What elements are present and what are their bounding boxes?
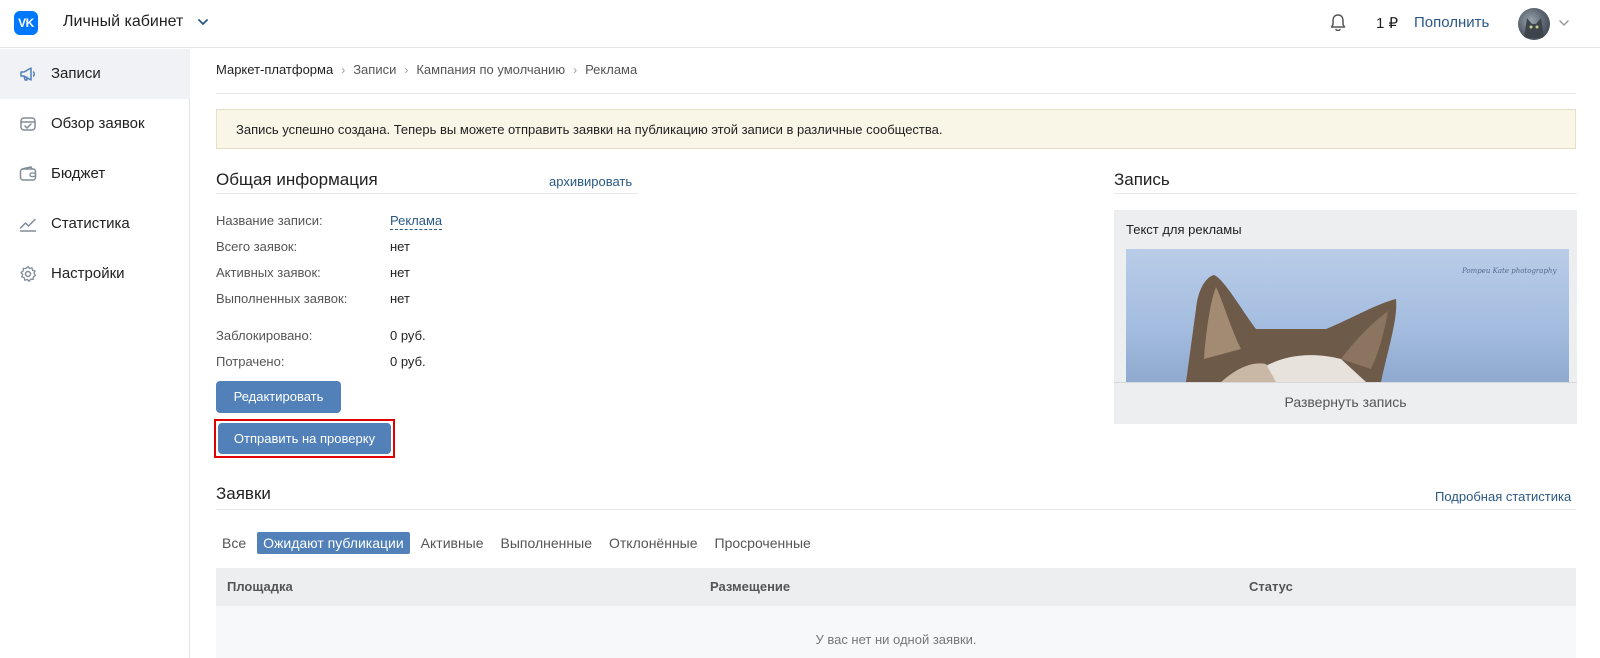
active-requests-label: Активных заявок: bbox=[216, 265, 321, 280]
sidebar-item-requests[interactable]: Обзор заявок bbox=[0, 99, 190, 149]
divider bbox=[216, 509, 1576, 510]
breadcrumb-item[interactable]: Записи bbox=[353, 62, 396, 77]
balance-amount: 1 ₽ bbox=[1376, 15, 1399, 32]
send-for-review-button[interactable]: Отправить на проверку bbox=[218, 423, 391, 454]
sidebar-item-statistics[interactable]: Статистика bbox=[0, 199, 190, 249]
post-text: Текст для рекламы bbox=[1126, 222, 1242, 237]
requests-table: Площадка Размещение Статус У вас нет ни … bbox=[216, 568, 1576, 658]
gear-icon bbox=[20, 265, 37, 282]
requests-title: Заявки bbox=[216, 484, 271, 503]
sidebar-item-label: Статистика bbox=[51, 215, 130, 232]
general-info-title: Общая информация bbox=[216, 170, 378, 189]
spent-label: Потрачено: bbox=[216, 354, 285, 369]
tab-active[interactable]: Активные bbox=[415, 532, 490, 554]
requests-icon bbox=[20, 117, 36, 131]
post-name-value[interactable]: Реклама bbox=[390, 213, 443, 230]
sidebar-item-budget[interactable]: Бюджет bbox=[0, 149, 190, 199]
megaphone-icon bbox=[20, 67, 35, 81]
bell-icon[interactable] bbox=[1327, 12, 1349, 34]
chart-icon bbox=[19, 218, 37, 232]
breadcrumb-item[interactable]: Маркет-платформа bbox=[216, 62, 333, 77]
breadcrumb-item: Реклама bbox=[585, 62, 638, 77]
divider bbox=[1114, 193, 1577, 194]
breadcrumb: Маркет-платформа › Записи › Кампания по умол… bbox=[216, 62, 637, 77]
tab-all[interactable]: Все bbox=[216, 532, 252, 554]
spent-value: 0 руб. bbox=[390, 354, 426, 369]
table-header: Площадка Размещение Статус bbox=[216, 568, 1576, 606]
archive-link[interactable]: архивировать bbox=[549, 174, 632, 189]
completed-requests-value: нет bbox=[390, 291, 410, 306]
wallet-icon bbox=[19, 166, 37, 181]
sidebar-item-label: Бюджет bbox=[51, 165, 106, 182]
expand-post-link[interactable]: Развернуть запись bbox=[1114, 382, 1577, 424]
completed-requests-label: Выполненных заявок: bbox=[216, 291, 348, 306]
image-watermark: Pompeu Kate photography bbox=[1462, 267, 1557, 275]
sidebar: Записи Обзор заявок Бюджет Статистика На… bbox=[0, 49, 190, 658]
empty-state-text: У вас нет ни одной заявки. bbox=[815, 632, 977, 647]
column-header-status[interactable]: Статус bbox=[1249, 579, 1293, 594]
chevron-down-icon[interactable] bbox=[196, 15, 210, 29]
column-header-placement[interactable]: Размещение bbox=[710, 579, 790, 594]
active-requests-value: нет bbox=[390, 265, 410, 280]
blocked-label: Заблокировано: bbox=[216, 328, 313, 343]
chevron-right-icon: › bbox=[404, 63, 409, 77]
sidebar-item-label: Записи bbox=[51, 65, 101, 82]
breadcrumb-item[interactable]: Кампания по умолчанию bbox=[416, 62, 565, 77]
column-header-platform[interactable]: Площадка bbox=[227, 579, 293, 594]
post-preview-card: Текст для рекламы Pompeu Kate photograph… bbox=[1114, 210, 1577, 424]
tab-rejected[interactable]: Отклонённые bbox=[603, 532, 704, 554]
tab-expired[interactable]: Просроченные bbox=[709, 532, 817, 554]
detailed-stats-link[interactable]: Подробная статистика bbox=[1435, 489, 1571, 504]
divider bbox=[216, 93, 1576, 94]
total-requests-value: нет bbox=[390, 239, 410, 254]
post-image[interactable]: Pompeu Kate photography bbox=[1126, 249, 1569, 382]
top-header: VK Личный кабинет 1 ₽ Пополнить bbox=[0, 0, 1600, 48]
cabinet-menu-label[interactable]: Личный кабинет bbox=[63, 13, 183, 31]
sidebar-item-posts[interactable]: Записи bbox=[0, 49, 190, 99]
post-name-label: Название записи: bbox=[216, 213, 323, 228]
success-notice: Запись успешно создана. Теперь вы можете… bbox=[216, 109, 1576, 149]
blocked-value: 0 руб. bbox=[390, 328, 426, 343]
requests-tabs: Все Ожидают публикации Активные Выполненные… bbox=[216, 532, 822, 556]
sidebar-item-label: Настройки bbox=[51, 265, 125, 282]
chevron-down-icon[interactable] bbox=[1558, 17, 1570, 29]
topup-link[interactable]: Пополнить bbox=[1414, 14, 1489, 31]
edit-button[interactable]: Редактировать bbox=[216, 381, 341, 413]
sidebar-item-settings[interactable]: Настройки bbox=[0, 249, 190, 299]
tab-completed[interactable]: Выполненные bbox=[495, 532, 598, 554]
chevron-right-icon: › bbox=[341, 63, 346, 77]
chevron-right-icon: › bbox=[573, 63, 578, 77]
total-requests-label: Всего заявок: bbox=[216, 239, 298, 254]
divider bbox=[216, 193, 638, 194]
sidebar-item-label: Обзор заявок bbox=[51, 115, 145, 132]
avatar[interactable] bbox=[1518, 8, 1550, 40]
post-section-title: Запись bbox=[1114, 170, 1170, 189]
vk-logo-icon[interactable]: VK bbox=[14, 11, 38, 35]
tab-awaiting[interactable]: Ожидают публикации bbox=[257, 532, 410, 554]
